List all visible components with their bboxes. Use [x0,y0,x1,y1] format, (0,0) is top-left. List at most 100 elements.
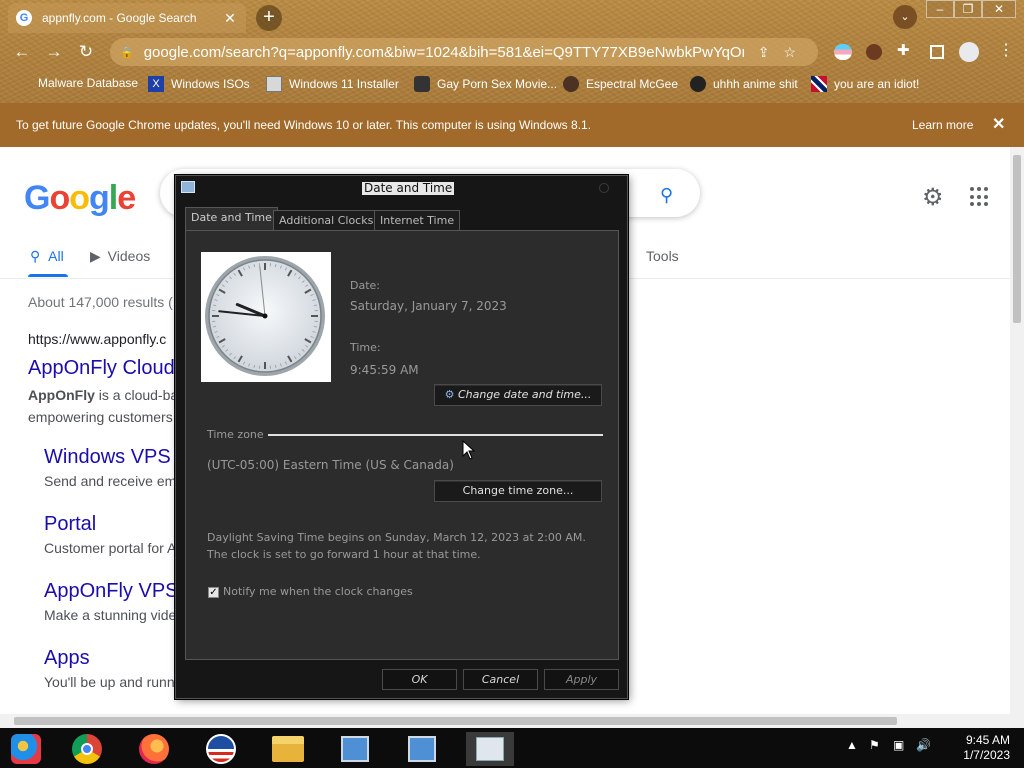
image-thumbnail-icon [266,76,282,92]
date-label: Date: [350,279,380,292]
address-bar[interactable]: 🔒 google.com/search?q=apponfly.com&biw=1… [110,38,818,66]
sitelink-snippet: Customer portal for A [44,540,177,556]
windows-taskbar: ▲ ⚑ ▣ 🔊 9:45 AM 1/7/2023 [0,728,1024,768]
chrome-frame: G appnfly.com - Google Search ✕ + ⌄ – ❐ … [0,0,1024,103]
bookmark-uhhh-anime[interactable]: uhhh anime shit [690,76,798,92]
profile-avatar-icon[interactable] [959,42,979,62]
notify-label[interactable]: Notify me when the clock changes [223,585,413,598]
change-date-time-button[interactable]: ⚙ Change date and time... [434,384,602,406]
url-text[interactable]: google.com/search?q=apponfly.com&biw=102… [144,44,744,61]
horizontal-scrollbar[interactable] [0,714,1024,728]
sitelink-snippet: You'll be up and runni [44,674,178,690]
bookmark-you-are-an-idiot[interactable]: you are an idiot! [811,76,919,92]
logo-letter: G [24,179,50,217]
mouse-pointer-icon [462,440,476,460]
network-status-icon[interactable]: ▣ [893,738,904,752]
lock-icon[interactable]: 🔒 [120,46,134,59]
close-window-button[interactable]: ✕ [982,0,1016,18]
learn-more-link[interactable]: Learn more [912,118,973,132]
play-icon: ▶ [90,248,101,264]
tab-additional-clocks[interactable]: Additional Clocks [273,210,380,230]
gear-icon: ⚙ [444,388,455,401]
vertical-scrollbar[interactable] [1010,147,1024,714]
snippet-bold: AppOnFly [28,387,95,403]
apply-button[interactable]: Apply [544,669,619,690]
new-tab-button[interactable]: + [256,5,282,31]
tray-up-arrow-icon[interactable]: ▲ [846,738,858,752]
dialog-close-button[interactable] [599,183,609,193]
notify-checkbox[interactable]: ✓ [208,587,219,598]
trans-flag-extension-icon[interactable] [834,44,852,60]
logo-letter: l [108,179,119,217]
firefox-taskbar-icon[interactable] [134,732,174,766]
tray-clock[interactable]: 9:45 AM 1/7/2023 [944,733,1010,763]
share-icon[interactable]: ⇪ [758,44,770,61]
obama-logo-icon [206,734,236,764]
bookmark-label: you are an idiot! [834,77,920,91]
calendar-clock-icon [476,737,504,761]
remote-desktop-taskbar-icon[interactable] [402,732,442,766]
tab-date-and-time[interactable]: Date and Time [185,207,278,231]
tab-close-icon[interactable]: ✕ [222,10,238,27]
cancel-button[interactable]: Cancel [463,669,538,690]
google-favicon-icon: G [16,10,32,26]
file-explorer-taskbar-icon[interactable] [268,732,308,766]
date-time-panel: Date: Saturday, January 7, 2023 Time: 9:… [185,230,619,660]
result-title[interactable]: AppOnFly Cloud [28,357,175,380]
sitelink-title[interactable]: Portal [44,513,96,536]
chrome-taskbar-icon[interactable] [67,732,107,766]
date-time-taskbar-icon[interactable] [466,732,514,766]
sitelink-snippet: Send and receive ema [44,473,185,489]
tab-title: appnfly.com - Google Search [42,11,197,25]
obama-logo-taskbar-icon[interactable] [201,732,241,766]
infobar-close-icon[interactable]: ✕ [992,114,1005,134]
maximize-button[interactable]: ❐ [954,0,982,18]
extensions-puzzle-icon[interactable]: ✚ [897,41,915,59]
bookmark-star-icon[interactable]: ☆ [783,44,796,61]
bookmark-label: Windows ISOs [171,77,250,91]
start-windows-logo-icon[interactable] [6,732,46,766]
kebab-menu-icon[interactable]: ⋮ [998,40,1016,59]
google-logo[interactable]: Google [24,179,136,218]
bookmark-malware-database[interactable]: Malware Database [38,76,138,90]
back-arrow-icon[interactable]: ← [10,40,34,64]
network-taskbar-icon[interactable] [335,732,375,766]
analog-clock-face [205,256,325,376]
tab-videos[interactable]: ▶ Videos [90,248,150,265]
scroll-thumb[interactable] [14,717,897,725]
tab-internet-time[interactable]: Internet Time [374,210,461,230]
bookmark-espectral-mcgee[interactable]: Espectral McGee [563,76,678,92]
sitelink-title[interactable]: AppOnFly VPS [44,580,179,603]
sitelink-title[interactable]: Apps [44,647,90,670]
reload-icon[interactable]: ↻ [74,40,98,64]
ok-button[interactable]: OK [382,669,457,690]
anime-face-icon [690,76,706,92]
timezone-divider [268,434,603,436]
result-cite[interactable]: https://www.apponfly.c [28,331,166,347]
forward-arrow-icon[interactable]: → [42,40,66,64]
scroll-thumb[interactable] [1013,155,1021,323]
profile-extension-icon[interactable] [866,44,882,60]
change-time-zone-button[interactable]: Change time zone... [434,480,602,502]
minimize-button[interactable]: – [926,0,954,18]
side-panel-icon[interactable] [930,45,944,59]
search-icon[interactable]: ⚲ [660,185,673,206]
action-center-flag-icon[interactable]: ⚑ [869,738,880,752]
tab-all[interactable]: ⚲ All [30,248,64,265]
bookmark-windows-isos[interactable]: X Windows ISOs [148,76,250,92]
volume-icon[interactable]: 🔊 [916,738,931,752]
sitelink-title[interactable]: Windows VPS [44,446,171,469]
bookmark-windows-11-installer[interactable]: Windows 11 Installer [266,76,399,92]
dst-line-1: Daylight Saving Time begins on Sunday, M… [207,531,586,544]
settings-gear-icon[interactable]: ⚙ [922,183,944,212]
chrome-icon [72,734,102,764]
tab-tools[interactable]: Tools [646,248,679,264]
google-apps-grid-icon[interactable] [970,187,990,207]
time-value: 9:45:59 AM [350,363,419,377]
bookmark-gay-porn-sex-movie[interactable]: Gay Porn Sex Movie... [414,76,557,92]
x-logo-icon: X [148,76,164,92]
tab-search-chevron-icon[interactable]: ⌄ [893,5,917,29]
tab-all-label: All [48,248,64,264]
logo-letter: e [117,179,136,217]
browser-tab[interactable]: G appnfly.com - Google Search ✕ [8,3,246,33]
